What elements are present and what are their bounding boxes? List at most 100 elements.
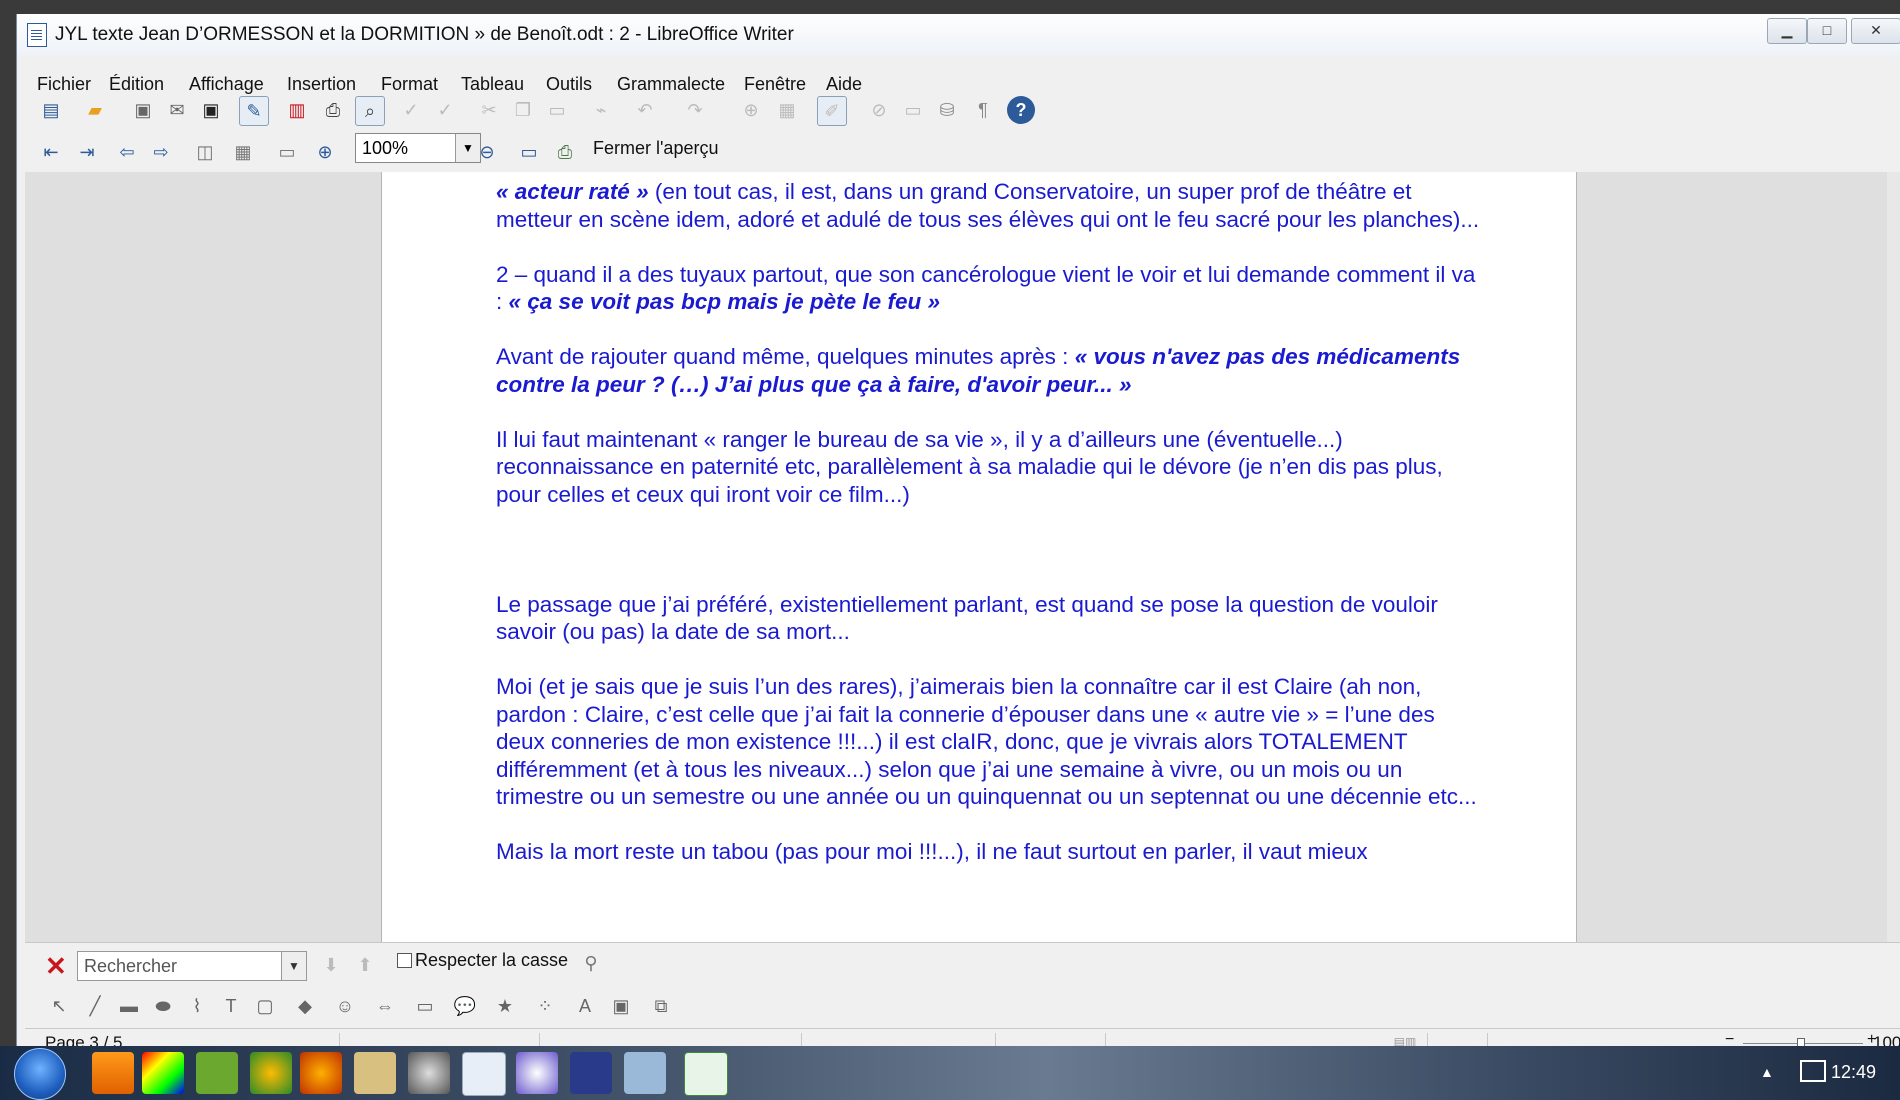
divider [1487, 1033, 1488, 1046]
flowchart-icon: ▭ [416, 995, 434, 1016]
close-icon[interactable]: ✕ [45, 951, 67, 982]
zoom-value: 100% [362, 138, 409, 158]
page-indicator: Page 3 / 5 [45, 1033, 123, 1046]
ellipse-icon: ⬬ [155, 995, 171, 1016]
start-button[interactable] [14, 1048, 66, 1100]
book-preview-icon[interactable]: ▭ [273, 138, 301, 166]
from-file-icon: ▣ [612, 995, 630, 1016]
vertical-scrollbar[interactable] [1887, 172, 1900, 942]
clone-format-icon: ⌁ [595, 99, 607, 120]
paragraph: Avant de rajouter quand même, quelques m… [496, 344, 1461, 397]
empty-paragraph [496, 536, 1486, 591]
paste-icon: ▭ [548, 99, 566, 120]
search-placeholder: Rechercher [84, 956, 178, 976]
export-pdf-icon[interactable]: ▥ [283, 96, 311, 124]
hyperlink-icon: ⊕ [743, 99, 759, 120]
basic-shapes-icon: ◆ [298, 995, 312, 1016]
zoom-in-icon[interactable]: ⊕ [311, 138, 339, 166]
taskbar: ▲ 12:49 [0, 1046, 1900, 1100]
firefox-icon[interactable] [300, 1052, 342, 1094]
menu-bar: Fichier Édition Affichage Insertion Form… [17, 56, 1900, 94]
zoom-percent: 100 [1873, 1033, 1900, 1046]
clock[interactable]: 12:49 [1831, 1062, 1876, 1083]
minimize-icon[interactable]: ▁ [1767, 18, 1807, 44]
show-draw-functions-icon[interactable]: ✐ [817, 96, 847, 126]
save-remote-icon[interactable]: ▣ [197, 96, 225, 124]
match-case-checkbox[interactable] [397, 953, 412, 968]
open-folder-icon[interactable]: ▰ [81, 96, 109, 124]
close-icon[interactable]: ✕ [1851, 18, 1900, 44]
app-icon[interactable] [516, 1052, 558, 1094]
app-icon[interactable] [624, 1052, 666, 1094]
file-explorer-icon[interactable] [354, 1052, 396, 1094]
divider [539, 1033, 540, 1046]
redo-icon: ↷ [687, 99, 703, 120]
print-icon[interactable]: ⎙ [319, 96, 347, 124]
navigator-icon: ⊘ [871, 99, 887, 120]
chevron-down-icon[interactable]: ▼ [281, 952, 306, 980]
color-app-icon[interactable] [142, 1052, 184, 1094]
standard-toolbar: ▤ ▰ ▣ ✉ ▣ ✎ ▥ ⎙ ⌕ ✓ ✓ ✂ ❐ ▭ ⌁ ↶ ↷ ⊕ ▦ ✐ … [17, 88, 1900, 132]
find-previous-icon: ⬆ [357, 954, 373, 975]
save-icon[interactable]: ▣ [129, 96, 157, 124]
previous-page-icon[interactable]: ⇤ [37, 138, 65, 166]
show-hidden-icons-icon[interactable]: ▲ [1760, 1064, 1774, 1080]
callouts-icon: 💬 [453, 995, 477, 1016]
cut-icon: ✂ [481, 99, 497, 120]
match-case-label[interactable]: Respecter la casse [415, 950, 568, 971]
gallery-icon: ▭ [904, 99, 922, 120]
email-icon[interactable]: ✉ [163, 96, 191, 124]
paragraph: Il lui faut maintenant « ranger le burea… [496, 426, 1443, 507]
print-preview-icon[interactable]: ⌕ [355, 96, 385, 126]
paragraph: « acteur raté » (en tout cas, il est, da… [496, 179, 1480, 232]
first-page-icon[interactable]: ⇦ [113, 138, 141, 166]
callout-icon: ▢ [256, 995, 274, 1016]
help-icon[interactable]: ? [1007, 96, 1035, 124]
multiple-pages-icon[interactable]: ▦ [229, 138, 257, 166]
last-page-icon[interactable]: ⇨ [147, 138, 175, 166]
calc-taskbar-icon[interactable] [684, 1052, 728, 1096]
data-sources-icon[interactable]: ⛁ [933, 96, 961, 124]
close-preview-button[interactable]: Fermer l'aperçu [593, 138, 718, 159]
divider [339, 1033, 340, 1046]
zoom-minus-icon[interactable]: − [1725, 1031, 1734, 1046]
points-icon: ⁘ [537, 995, 553, 1016]
block-arrows-icon: ⇔ [376, 995, 394, 1016]
full-screen-icon[interactable]: ▭ [515, 138, 543, 166]
divider [1105, 1033, 1106, 1046]
new-document-icon[interactable]: ▤ [37, 96, 65, 124]
green-app-icon[interactable] [196, 1052, 238, 1094]
print-preview-print-icon[interactable]: ⎙ [551, 138, 579, 166]
divider [801, 1033, 802, 1046]
binoculars-icon[interactable]: ⚲ [577, 949, 605, 977]
writer-document-icon [27, 23, 47, 47]
next-page-icon[interactable]: ⇥ [73, 138, 101, 166]
paragraph: 2 – quand il a des tuyaux partout, que s… [496, 261, 1476, 315]
document-area: « acteur raté » (en tout cas, il est, da… [25, 172, 1900, 942]
chevron-down-icon[interactable]: ▼ [455, 134, 480, 162]
app-icon[interactable] [570, 1052, 612, 1094]
maximize-icon[interactable]: □ [1807, 18, 1847, 44]
vlc-icon[interactable] [92, 1052, 134, 1094]
two-pages-icon[interactable]: ◫ [191, 138, 219, 166]
writer-window: JYL texte Jean D’ORMESSON et la DORMITIO… [16, 14, 1900, 1046]
writer-taskbar-icon[interactable] [462, 1052, 506, 1096]
network-icon[interactable] [1800, 1060, 1826, 1082]
symbol-shapes-icon: ☺ [335, 995, 355, 1016]
view-layout-icon[interactable]: ▤▥ [1393, 1030, 1417, 1046]
edit-mode-icon[interactable]: ✎ [239, 96, 269, 126]
zoom-slider-thumb[interactable] [1797, 1038, 1805, 1046]
select-icon: ↖ [51, 995, 67, 1016]
formatting-marks-icon[interactable]: ¶ [969, 96, 997, 124]
divider [995, 1033, 996, 1046]
paragraph: Mais la mort reste un tabou (pas pour mo… [496, 839, 1368, 864]
status-bar: Page 3 / 5 ▤▥ − + 100 [25, 1028, 1900, 1046]
media-app-icon[interactable] [408, 1052, 450, 1094]
freeform-icon: ⌇ [192, 995, 202, 1016]
search-input[interactable]: Rechercher ▼ [77, 951, 307, 981]
undo-icon: ↶ [637, 99, 653, 120]
chrome-icon[interactable] [250, 1052, 292, 1094]
paragraph: Le passage que j’ai préféré, existentiel… [496, 591, 1438, 645]
zoom-select[interactable]: 100% ▼ [355, 133, 481, 163]
window-title: JYL texte Jean D’ORMESSON et la DORMITIO… [55, 24, 794, 45]
